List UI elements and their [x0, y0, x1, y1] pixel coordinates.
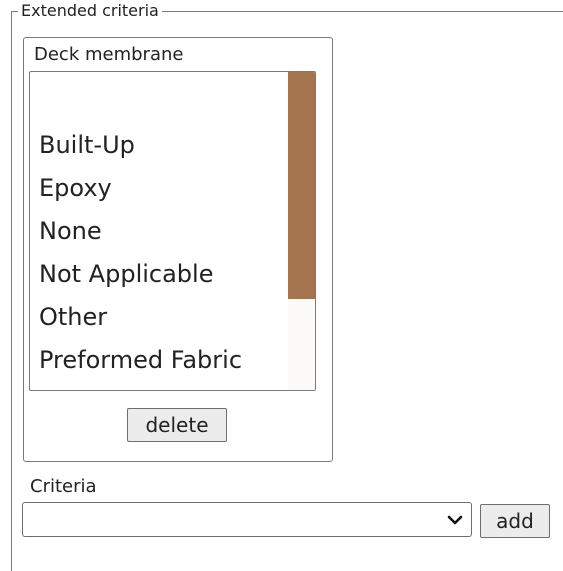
- list-item[interactable]: Not Applicable: [39, 253, 242, 296]
- deck-membrane-group: Deck membrane Built-Up Epoxy None Not Ap…: [23, 37, 333, 462]
- delete-button[interactable]: delete: [127, 408, 227, 442]
- listbox-scrollbar-thumb[interactable]: [288, 72, 315, 299]
- extended-criteria-group: Extended criteria Deck membrane Built-Up…: [11, 1, 563, 571]
- deck-membrane-options: Built-Up Epoxy None Not Applicable Other…: [39, 81, 242, 382]
- list-item[interactable]: Built-Up: [39, 124, 242, 167]
- add-button[interactable]: add: [480, 504, 550, 538]
- deck-membrane-title: Deck membrane: [34, 44, 184, 65]
- list-item[interactable]: None: [39, 210, 242, 253]
- listbox-scrollbar[interactable]: [288, 72, 315, 390]
- criteria-label: Criteria: [30, 476, 97, 497]
- extended-criteria-legend: Extended criteria: [18, 1, 162, 21]
- list-item[interactable]: Epoxy: [39, 167, 242, 210]
- chevron-down-icon: [447, 515, 463, 525]
- list-item[interactable]: Preformed Fabric: [39, 339, 242, 382]
- list-item[interactable]: [39, 81, 242, 124]
- criteria-select[interactable]: [22, 502, 472, 537]
- deck-membrane-listbox[interactable]: Built-Up Epoxy None Not Applicable Other…: [29, 71, 316, 391]
- list-item[interactable]: Other: [39, 296, 242, 339]
